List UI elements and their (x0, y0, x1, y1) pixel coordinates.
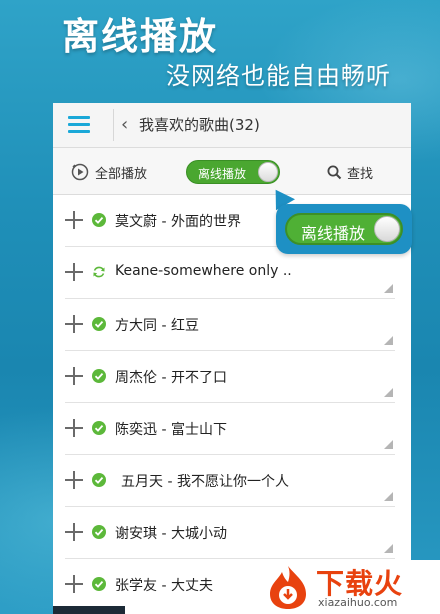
offline-play-toggle[interactable]: 离线播放 (186, 160, 280, 184)
offline-toggle-label: 离线播放 (198, 167, 247, 181)
album-art-strip (53, 606, 125, 614)
list-item[interactable]: 周杰伦 - 开不了口 (53, 351, 411, 403)
add-icon[interactable] (65, 575, 83, 593)
row-menu-icon[interactable] (384, 336, 393, 345)
add-icon[interactable] (65, 419, 83, 437)
downloaded-check-icon (92, 317, 106, 331)
list-item[interactable]: 谢安琪 - 大城小动 (53, 507, 411, 559)
add-icon[interactable] (65, 367, 83, 385)
promo-title: 离线播放 (62, 15, 218, 58)
song-title: 谢安琪 - 大城小动 (115, 526, 227, 542)
list-item[interactable]: Keane-somewhere only .. (53, 247, 411, 299)
play-all-label: 全部播放 (95, 166, 148, 182)
song-title: 陈奕迅 - 富士山下 (115, 422, 227, 438)
flame-logo-icon (270, 566, 306, 609)
downloaded-check-icon (92, 473, 106, 487)
list-item[interactable]: 方大同 - 红豆 (53, 299, 411, 351)
toolbar: 全部播放 离线播放 查找 (53, 148, 411, 195)
row-menu-icon[interactable] (384, 388, 393, 397)
row-menu-icon[interactable] (384, 440, 393, 449)
search-button[interactable]: 查找 (327, 163, 374, 182)
chevron-left-icon[interactable]: ‹ (121, 112, 135, 138)
add-icon[interactable] (65, 211, 83, 229)
play-all-icon (71, 163, 89, 181)
list-item[interactable]: 五月天 - 我不愿让你一个人 (53, 455, 411, 507)
downloaded-check-icon (92, 525, 106, 539)
watermark: 下载火 xiazaihuo.com (262, 560, 440, 614)
song-title: 周杰伦 - 开不了口 (115, 370, 227, 386)
downloaded-check-icon (92, 421, 106, 435)
toggle-knob (374, 216, 400, 242)
callout-offline-toggle[interactable]: 离线播放 (285, 213, 403, 245)
list-item[interactable]: 陈奕迅 - 富士山下 (53, 403, 411, 455)
add-icon[interactable] (65, 523, 83, 541)
sync-icon (93, 266, 105, 278)
song-title: 莫文蔚 - 外面的世界 (115, 214, 241, 230)
header-bar: ‹ 我喜欢的歌曲(32) (53, 103, 411, 148)
page-title[interactable]: 我喜欢的歌曲(32) (139, 114, 260, 135)
add-icon[interactable] (65, 471, 83, 489)
menu-icon[interactable] (68, 115, 92, 135)
row-menu-icon[interactable] (384, 544, 393, 553)
search-icon (327, 165, 342, 179)
downloaded-check-icon (92, 213, 106, 227)
callout-bubble: 离线播放 (276, 204, 412, 254)
toggle-knob (258, 162, 278, 182)
row-menu-icon[interactable] (384, 284, 393, 293)
watermark-domain: xiazaihuo.com (318, 596, 398, 609)
song-title: Keane-somewhere only .. (115, 263, 292, 279)
downloaded-check-icon (92, 369, 106, 383)
promo-subtitle: 没网络也能自由畅听 (166, 62, 391, 90)
add-icon[interactable] (65, 263, 83, 281)
row-menu-icon[interactable] (384, 492, 393, 501)
song-title: 方大同 - 红豆 (115, 318, 199, 334)
song-title: 五月天 - 我不愿让你一个人 (121, 474, 289, 490)
header-divider (113, 109, 114, 141)
song-title: 张学友 - 大丈夫 (115, 578, 213, 594)
app-screen: ‹ 我喜欢的歌曲(32) 全部播放 离线播放 查找 莫文蔚 - 外面的世界 Ke… (53, 103, 411, 614)
play-all-button[interactable]: 全部播放 (71, 162, 147, 182)
add-icon[interactable] (65, 315, 83, 333)
downloaded-check-icon (92, 577, 106, 591)
search-label: 查找 (347, 166, 374, 182)
callout-toggle-label: 离线播放 (301, 224, 366, 243)
